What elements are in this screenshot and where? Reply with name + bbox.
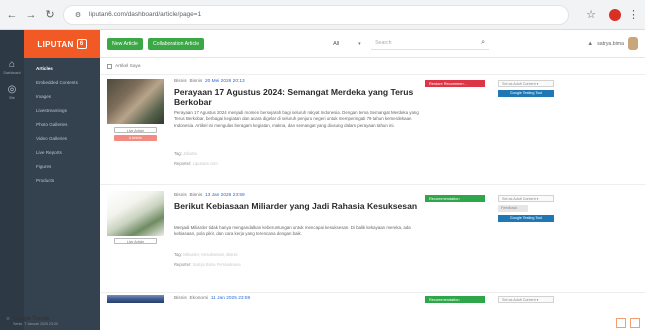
article-thumbnail[interactable] [107,295,164,303]
article-title[interactable]: Perayaan 17 Agustus 2024: Semangat Merde… [174,87,429,107]
sidebar-item-articles[interactable]: Articles [24,62,100,76]
icon-rail: ⌂ Dashboard ◎ Site [0,30,24,330]
close-icon[interactable]: × [6,316,10,324]
filter-select[interactable]: All [333,41,353,47]
home-icon: ⌂ [8,59,16,70]
search-icon[interactable]: ⌕ [481,39,485,47]
adult-content-select[interactable]: Set as Adult Content ▾ [498,296,554,303]
article-excerpt: Perayaan 17 Agustus 2024 menjadi momen b… [174,110,419,128]
article-subcategory[interactable]: Bisnis [189,193,202,198]
article-row: Live Article # Article Bisnis Bisnis 20 … [100,74,645,184]
article-tags: Tag: Jakarta [174,151,197,156]
live-article-button[interactable]: Live Article [114,127,157,133]
article-date: 11 Jan 2025 23:59 [210,296,251,301]
url-text: liputan6.com/dashboard/article/page=1 [89,11,202,18]
sidebar-item-video-galleries[interactable]: Video Galleries [24,132,100,146]
sidebar-menu: Articles Embedded Contents Images Livest… [24,58,100,192]
rail-item-dashboard[interactable]: ⌂ Dashboard [3,59,21,76]
live-article-button[interactable]: Live Article [114,238,157,244]
article-category[interactable]: Bisnis [174,296,187,301]
article-row: Bisnis Ekonomi 11 Jan 2025 23:59 Recomme… [100,292,645,312]
avatar[interactable] [628,37,638,50]
sidebar-item-livestreamings[interactable]: Livestreamings [24,104,100,118]
search-input[interactable]: Search ⌕ [371,37,490,50]
sidebar-item-figures[interactable]: Figures [24,160,100,174]
article-thumbnail[interactable] [107,191,164,236]
restore-recommendation-button[interactable]: Restore Recommen... [425,80,485,87]
app-shell: ⌂ Dashboard ◎ Site LIPUTAN 6 Articles Em… [0,30,645,330]
article-category[interactable]: Bisnis [174,79,187,84]
user-name: satrya.bima [597,40,624,47]
site-info-icon[interactable]: ⚙ [72,11,84,19]
article-subcategory[interactable]: Bisnis [189,79,202,84]
sidebar: LIPUTAN 6 Articles Embedded Contents Ima… [24,30,100,330]
article-meta: Bisnis Bisnis 13 Jan 2026 23:59 [174,193,245,198]
new-article-button[interactable]: New Article [107,37,143,50]
recommendation-button[interactable]: Recommendation [425,195,485,202]
reload-icon[interactable]: ↻ [44,8,56,21]
globe-icon: ◎ [7,84,17,95]
search-placeholder: Search [375,40,392,46]
article-thumbnail[interactable] [107,79,164,124]
adult-content-select[interactable]: Set as Adult Content ▾ [498,195,554,202]
user-menu[interactable]: ▲ satrya.bima [587,37,638,50]
adult-content-select[interactable]: Set as Adult Content ▾ [498,80,554,87]
sidebar-item-photo-galleries[interactable]: Photo Galleries [24,118,100,132]
back-icon[interactable]: ← [6,9,18,21]
google-testing-tool-button[interactable]: Google Testing Tool [498,215,554,222]
rail-label: Site [8,96,15,100]
article-date: 20 Mei 2026 20:13 [204,79,245,84]
profile-icon[interactable] [609,8,621,21]
article-reporter: Reporter: Satrya Bima Ferrandeana [174,262,241,267]
sidebar-item-products[interactable]: Products [24,174,100,188]
content-toolbar: New Article Collaboration Article All ▾ … [100,30,645,58]
article-category[interactable]: Bisnis [174,193,187,198]
article-row: Live Article Bisnis Bisnis 13 Jan 2026 2… [100,184,645,292]
toast-subtitle: Senin, 7 Januari 2025 23:00 [13,322,59,326]
google-testing-tool-button[interactable]: Google Testing Tool [498,90,554,97]
bookmark-star-icon[interactable]: ☆ [586,8,596,21]
my-articles-filter[interactable]: Artikel Saya [100,58,645,74]
collaboration-article-button[interactable]: Collaboration Article [147,37,205,50]
feedback-chip[interactable]: Feedback [498,205,528,212]
article-reporter: Reporter: Liputan6.com [174,161,218,166]
logo-badge: 6 [76,39,87,49]
browser-toolbar: ← → ↻ ⚙ liputan6.com/dashboard/article/p… [0,0,645,30]
my-articles-checkbox[interactable] [107,63,112,69]
rail-item-site[interactable]: ◎ Site [7,84,17,101]
sidebar-item-live-reports[interactable]: Live Reports [24,146,100,160]
rail-label: Dashboard [3,71,21,75]
article-action-button[interactable]: # Article [114,135,157,141]
forward-icon[interactable]: → [25,9,37,21]
chevron-down-icon[interactable]: ▾ [358,41,366,47]
toast-body: Google Trends Senin, 7 Januari 2025 23:0… [13,316,58,327]
main-content: New Article Collaboration Article All ▾ … [100,30,645,330]
sidebar-item-images[interactable]: Images [24,90,100,104]
recommendation-button[interactable]: Recommendation [425,296,485,303]
browser-menu-icon[interactable]: ⋮ [628,8,639,21]
logo-text: LIPUTAN [37,39,74,49]
expand-icon[interactable] [630,318,640,328]
address-bar[interactable]: ⚙ liputan6.com/dashboard/article/page=1 [63,4,570,25]
article-date: 13 Jan 2026 23:59 [204,193,245,198]
article-subcategory[interactable]: Ekonomi [189,296,208,301]
sidebar-item-embedded-contents[interactable]: Embedded Contents [24,76,100,90]
user-icon: ▲ [587,40,594,47]
article-meta: Bisnis Bisnis 20 Mei 2026 20:13 [174,79,245,84]
article-title[interactable]: Berikut Kebiasaan Miliarder yang Jadi Ra… [174,201,429,211]
my-articles-label: Artikel Saya [115,63,141,69]
article-meta: Bisnis Ekonomi 11 Jan 2025 23:59 [174,296,250,301]
notification-toast[interactable]: × Google Trends Senin, 7 Januari 2025 23… [0,316,58,327]
article-excerpt: Menjadi Miliarder tidak hanya mengandalk… [174,225,411,237]
scroll-top-icon[interactable] [616,318,626,328]
article-tags: Tag: Miliarder, Kesuksesan, Bisnis [174,252,238,257]
logo[interactable]: LIPUTAN 6 [24,30,100,58]
